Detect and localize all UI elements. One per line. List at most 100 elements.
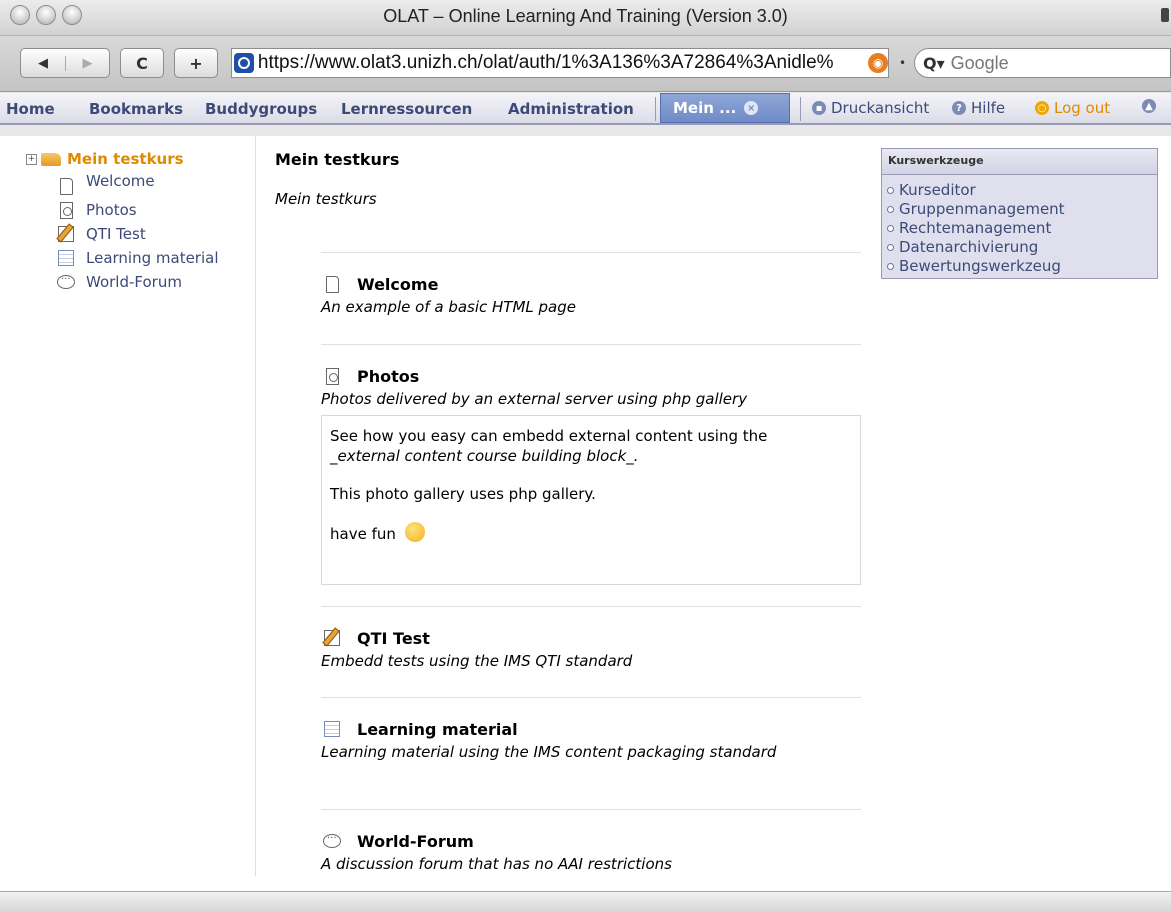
test-icon [321,627,343,649]
course-block-learning-material: Learning material Learning material usin… [321,697,861,762]
book-icon [56,248,76,268]
tree-item-welcome[interactable]: Welcome [56,172,155,196]
photo-icon [321,365,343,387]
smiley-icon [404,522,425,542]
course-block-welcome: Welcome An example of a basic HTML page [321,252,861,317]
window-title: OLAT – Online Learning And Training (Ver… [383,6,788,26]
nav-lernressourcen[interactable]: Lernressourcen [341,100,472,118]
block-title[interactable]: Learning material [357,720,518,739]
tree-item-label: QTI Test [86,225,146,243]
help-link[interactable]: ? Hilfe [952,99,1005,117]
course-block-photos: Photos Photos delivered by an external s… [321,344,861,585]
test-icon [56,224,76,244]
logout-label: Log out [1054,99,1111,117]
block-title[interactable]: QTI Test [357,629,430,648]
status-bar [0,891,1171,912]
page-content: + Mein testkurs Welcome Photos QTI Test … [0,136,1171,891]
course-tools-box: Kurswerkzeuge Kurseditor Gruppenmanageme… [881,148,1158,279]
print-view-link[interactable]: ▪ Druckansicht [812,99,929,117]
course-tools-header: Kurswerkzeuge [882,149,1157,175]
tree-item-qti-test[interactable]: QTI Test [56,224,146,244]
url-text[interactable]: https://www.olat3.unizh.ch/olat/auth/1%3… [258,52,866,74]
expand-icon[interactable]: + [26,153,37,165]
logout-icon: ○ [1035,101,1049,115]
reload-icon: C [136,53,148,73]
tool-link-gruppenmanagement[interactable]: Gruppenmanagement [887,200,1152,219]
nav-divider [655,97,656,121]
tree-root[interactable]: + Mein testkurs [26,150,184,168]
url-dropdown-icon[interactable]: • [899,56,906,70]
reload-button[interactable]: C [120,48,164,78]
tree-item-photos[interactable]: Photos [56,200,137,220]
book-icon [321,718,343,740]
external-text: This photo gallery uses php gallery. [330,485,596,503]
tree-item-label: World-Forum [86,273,182,291]
tool-label: Kurseditor [899,181,976,199]
block-description: An example of a basic HTML page [321,298,576,316]
external-text: See how you easy can embedd external con… [330,427,768,445]
help-icon: ? [952,101,966,115]
forum-icon [321,830,343,852]
course-block-qti-test: QTI Test Embedd tests using the IMS QTI … [321,606,861,671]
tool-label: Datenarchivierung [899,238,1039,256]
nav-buddygroups[interactable]: Buddygroups [205,100,317,118]
page-subtitle: Mein testkurs [275,190,377,208]
page-title: Mein testkurs [275,150,400,169]
search-placeholder: Google [950,52,1009,73]
logout-link[interactable]: ○ Log out [1035,99,1110,117]
bullet-icon [887,225,894,232]
main-navigation: Home Bookmarks Buddygroups Lernressource… [0,93,1171,125]
block-description: Embedd tests using the IMS QTI standard [321,652,633,670]
collapse-toggle[interactable]: ▲ [1142,99,1161,113]
photo-icon [56,200,76,220]
folder-open-icon [41,152,61,166]
back-forward-buttons: ◀ ▶ [20,48,110,78]
back-icon[interactable]: ◀ [21,56,65,71]
tree-root-label: Mein testkurs [67,150,184,168]
rss-icon[interactable]: ◉ [868,53,888,73]
tab-label: Mein ... [673,99,737,117]
block-title[interactable]: World-Forum [357,832,474,851]
tree-item-world-forum[interactable]: World-Forum [56,271,182,292]
block-title[interactable]: Welcome [357,275,438,294]
forward-icon[interactable]: ▶ [64,55,109,71]
bullet-icon [887,263,894,270]
tree-item-learning-material[interactable]: Learning material [56,248,219,268]
browser-toolbar: ◀ ▶ C + https://www.olat3.unizh.ch/olat/… [0,36,1171,92]
tool-link-datenarchivierung[interactable]: Datenarchivierung [887,238,1152,257]
block-description: Learning material using the IMS content … [321,743,777,761]
tool-link-bewertungswerkzeug[interactable]: Bewertungswerkzeug [887,257,1152,276]
nav-administration[interactable]: Administration [508,100,634,118]
address-bar[interactable]: https://www.olat3.unizh.ch/olat/auth/1%3… [231,48,889,78]
search-field[interactable]: Q▾ Google [914,48,1171,78]
external-text: have fun [330,525,396,543]
page-icon [56,176,76,196]
external-text: _external content course building block_… [330,447,639,465]
forum-icon [56,271,76,292]
nav-home[interactable]: Home [6,100,55,118]
tree-item-label: Photos [86,201,137,219]
chevron-up-icon: ▲ [1142,99,1156,113]
external-content-box: See how you easy can embedd external con… [321,415,861,585]
tool-label: Gruppenmanagement [899,200,1065,218]
tool-label: Bewertungswerkzeug [899,257,1061,275]
nav-bookmarks[interactable]: Bookmarks [89,100,183,118]
lock-icon [1161,8,1169,22]
add-icon: + [189,53,203,73]
close-tab-icon[interactable]: × [744,101,759,115]
tool-link-kurseditor[interactable]: Kurseditor [887,181,1152,200]
page-icon [321,273,343,295]
nav-divider [800,97,801,121]
tool-link-rechtemanagement[interactable]: Rechtemanagement [887,219,1152,238]
bullet-icon [887,244,894,251]
course-tools-list: Kurseditor Gruppenmanagement Rechtemanag… [882,175,1157,282]
add-bookmark-button[interactable]: + [174,48,218,78]
tool-label: Rechtemanagement [899,219,1052,237]
block-title[interactable]: Photos [357,367,419,386]
site-icon [234,53,254,73]
search-icon[interactable]: Q▾ [923,54,945,73]
block-description: Photos delivered by an external server u… [321,390,748,408]
course-tree: + Mein testkurs Welcome Photos QTI Test … [0,136,256,876]
bullet-icon [887,206,894,213]
tab-mein-testkurs[interactable]: Mein ... × [660,93,790,123]
